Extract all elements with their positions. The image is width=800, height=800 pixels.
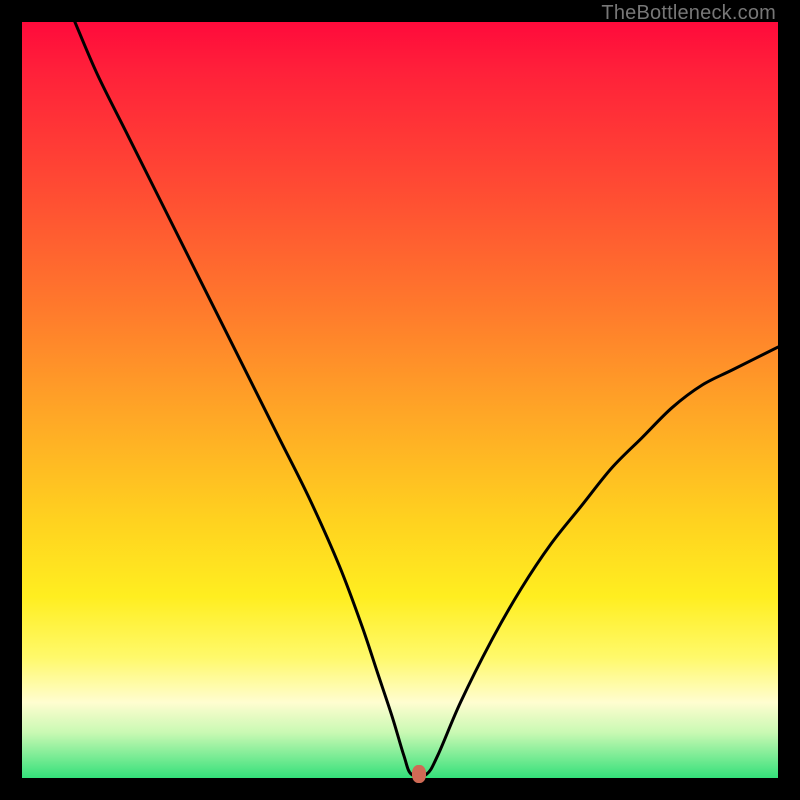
optimal-point-marker — [412, 765, 426, 783]
chart-frame: TheBottleneck.com — [0, 0, 800, 800]
bottleneck-curve — [22, 22, 778, 778]
plot-area — [22, 22, 778, 778]
